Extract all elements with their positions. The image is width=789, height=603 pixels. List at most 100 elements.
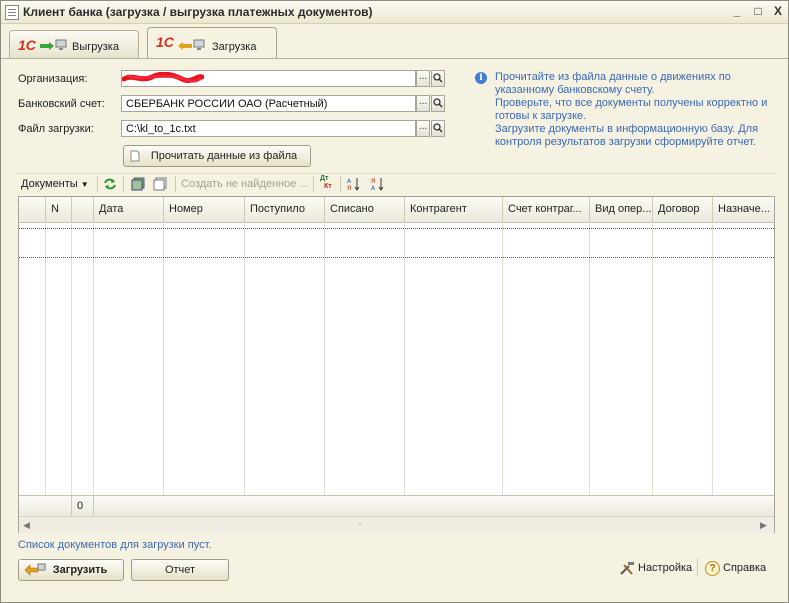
dt-label: Дт <box>320 175 329 182</box>
organization-field[interactable] <box>121 70 416 87</box>
tab-export-label: Выгрузка <box>72 41 119 53</box>
column-line <box>93 222 94 495</box>
info-icon: i <box>475 72 487 84</box>
bank-account-label: Банковский счет: <box>18 98 105 110</box>
footer-count: 0 <box>72 496 94 517</box>
toolbar-top-divider <box>17 173 775 174</box>
arrow-right-icon <box>40 42 54 50</box>
load-button[interactable]: Загрузить <box>18 559 124 581</box>
column-header-contract[interactable]: Договор <box>653 197 713 222</box>
main-window: Клиент банка (загрузка / выгрузка платеж… <box>0 0 789 603</box>
column-line <box>589 222 590 495</box>
toolbar-separator <box>175 176 176 192</box>
scroll-right-icon[interactable]: ▶ <box>760 520 767 531</box>
column-header-date[interactable]: Дата <box>94 197 164 222</box>
column-line <box>45 222 46 495</box>
document-icon <box>5 5 19 20</box>
tab-bar: 1С Выгрузка 1С Загрузка <box>1 23 788 59</box>
report-button[interactable]: Отчет <box>131 559 229 581</box>
import-file-label: Файл загрузки: <box>18 123 94 135</box>
column-line <box>244 222 245 495</box>
magnifier-icon <box>433 98 443 108</box>
table-header: N Дата Номер Поступило Списано Контраген… <box>19 197 774 223</box>
magnifier-icon <box>433 73 443 83</box>
column-header-counterparty-account[interactable]: Счет контраг... <box>503 197 590 222</box>
info-line-1: Прочитайте из файла данные о движениях п… <box>495 71 731 96</box>
column-header-operation-type[interactable]: Вид опер... <box>590 197 653 222</box>
bank-account-open-button[interactable] <box>431 95 445 112</box>
svg-text:Я: Я <box>371 178 375 185</box>
import-file-choose-button[interactable]: ... <box>416 120 430 137</box>
column-line <box>71 222 72 495</box>
create-missing-button[interactable]: Создать не найденное ... <box>181 178 309 190</box>
column-header-debited[interactable]: Списано <box>325 197 405 222</box>
column-line <box>652 222 653 495</box>
svg-text:А: А <box>347 178 352 185</box>
magnifier-icon <box>433 123 443 133</box>
tab-export[interactable]: 1С Выгрузка <box>9 30 139 58</box>
column-line <box>502 222 503 495</box>
horizontal-scrollbar[interactable]: ◀ ▫ ▶ <box>19 516 774 533</box>
redaction-scribble <box>122 72 204 84</box>
minimize-button[interactable]: _ <box>729 4 745 20</box>
computer-icon <box>193 39 205 50</box>
arrow-left-icon <box>178 42 192 50</box>
organization-label: Организация: <box>18 73 88 85</box>
column-header-n[interactable]: N <box>46 197 72 222</box>
table-toolbar: Документы ▼ Создать не найденное ... Дт … <box>17 173 775 195</box>
documents-menu-button[interactable]: Документы ▼ <box>21 178 89 190</box>
read-file-label: Прочитать данные из файла <box>150 150 298 162</box>
bank-account-choose-button[interactable]: ... <box>416 95 430 112</box>
svg-text:А: А <box>371 185 376 191</box>
title-bar: Клиент банка (загрузка / выгрузка платеж… <box>1 1 788 24</box>
svg-text:Я: Я <box>347 185 351 191</box>
organization-open-button[interactable] <box>431 70 445 87</box>
sort-descending-icon[interactable]: Я А <box>371 177 385 191</box>
import-file-field[interactable]: C:\kl_to_1c.txt <box>121 120 416 137</box>
info-line-3: Загрузите документы в информационную баз… <box>495 123 759 148</box>
scroll-thumb[interactable]: ▫ <box>359 522 361 528</box>
1c-logo-icon: 1С <box>18 37 36 53</box>
tab-import-label: Загрузка <box>212 41 257 53</box>
documents-table[interactable]: N Дата Номер Поступило Списано Контраген… <box>18 196 775 533</box>
column-header-check[interactable] <box>19 197 46 222</box>
column-header-number[interactable]: Номер <box>164 197 245 222</box>
window-title: Клиент банка (загрузка / выгрузка платеж… <box>23 5 373 19</box>
tab-divider <box>1 58 788 59</box>
scroll-left-icon[interactable]: ◀ <box>23 520 30 531</box>
read-file-button[interactable]: Прочитать данные из файла <box>123 145 311 167</box>
sort-ascending-icon[interactable]: А Я <box>347 177 361 191</box>
toolbar-separator <box>313 176 314 192</box>
column-header-counterparty[interactable]: Контрагент <box>405 197 503 222</box>
column-header-received[interactable]: Поступило <box>245 197 325 222</box>
bank-account-field[interactable]: СБЕРБАНК РОССИИ ОАО (Расчетный) <box>121 95 416 112</box>
close-button[interactable]: X <box>770 4 786 20</box>
info-line-2: Проверьте, что все документы получены ко… <box>495 97 768 122</box>
bottom-separator <box>697 558 698 576</box>
refresh-icon[interactable] <box>103 177 117 191</box>
uncheck-all-icon[interactable] <box>153 177 167 191</box>
1c-logo-icon: 1С <box>156 34 174 50</box>
table-row[interactable] <box>19 228 774 258</box>
tools-icon <box>620 562 634 575</box>
maximize-button[interactable]: □ <box>750 4 766 20</box>
organization-choose-button[interactable]: ... <box>416 70 430 87</box>
dt-kt-icon[interactable]: Дт Кт <box>320 175 336 193</box>
dropdown-arrow-icon: ▼ <box>80 180 89 189</box>
info-text: Прочитайте из файла данные о движениях п… <box>495 71 780 149</box>
toolbar-separator <box>340 176 341 192</box>
footer-cell <box>19 496 72 517</box>
column-header-icon[interactable] <box>72 197 94 222</box>
table-footer: 0 <box>19 495 774 517</box>
documents-menu-label: Документы <box>21 178 78 190</box>
import-file-open-button[interactable] <box>431 120 445 137</box>
load-button-label: Загрузить <box>52 564 108 576</box>
column-line <box>404 222 405 495</box>
tab-import[interactable]: 1С Загрузка <box>147 27 277 59</box>
toolbar-separator <box>123 176 124 192</box>
column-line <box>163 222 164 495</box>
status-message: Список документов для загрузки пуст. <box>18 539 212 551</box>
help-icon: ? <box>705 561 720 576</box>
column-header-purpose[interactable]: Назначе... <box>713 197 774 222</box>
check-all-icon[interactable] <box>131 177 145 191</box>
